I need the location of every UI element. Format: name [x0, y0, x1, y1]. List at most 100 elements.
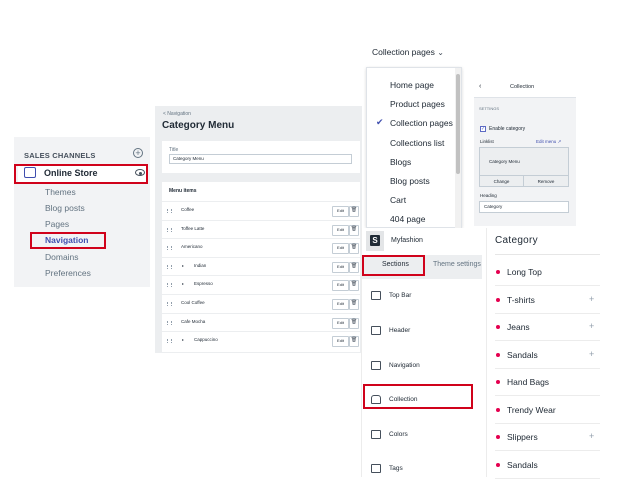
- category-label: Sandals: [507, 349, 538, 360]
- title-input[interactable]: Category Menu: [169, 154, 352, 164]
- highlight-navigation: [30, 232, 106, 249]
- page-option[interactable]: Cart: [390, 195, 406, 205]
- page-selector[interactable]: Collection pages ⌄: [372, 47, 444, 57]
- drag-handle-icon[interactable]: [167, 264, 172, 269]
- menu-item-row[interactable]: Cafe Mocha Edit 🗑: [162, 312, 360, 332]
- bullet-dot-icon: [496, 352, 500, 357]
- nav-item-themes[interactable]: Themes: [45, 187, 76, 197]
- drag-handle-icon[interactable]: [167, 320, 172, 325]
- tab-theme-settings[interactable]: Theme settings: [433, 261, 481, 268]
- page-option[interactable]: Blogs: [390, 157, 411, 167]
- enable-category-label: Enable category: [489, 126, 526, 132]
- drag-handle-icon[interactable]: [167, 302, 172, 306]
- title-field-label: Title: [169, 147, 179, 153]
- menu-item-row[interactable]: Cool Coffee Edit 🗑: [162, 294, 360, 313]
- nav-item-preferences[interactable]: Preferences: [45, 268, 91, 278]
- collection-settings-panel: ‹ Collection SETTINGS ✓ Enable category …: [474, 78, 576, 226]
- expand-plus-icon[interactable]: +: [589, 349, 594, 359]
- expand-arrow-icon[interactable]: ▸: [182, 337, 184, 342]
- highlight-collection-section: [363, 384, 473, 409]
- trash-icon[interactable]: 🗑: [349, 261, 359, 273]
- category-label: Slippers: [507, 432, 538, 442]
- trash-icon[interactable]: 🗑: [349, 317, 359, 329]
- expand-plus-icon[interactable]: +: [589, 321, 594, 331]
- trash-icon[interactable]: 🗑: [349, 206, 359, 217]
- trash-icon[interactable]: 🗑: [349, 299, 359, 310]
- drag-handle-icon[interactable]: [167, 227, 172, 232]
- page-option[interactable]: Home page: [390, 80, 434, 90]
- drag-handle-icon[interactable]: [167, 339, 172, 344]
- section-label: Navigation: [389, 362, 420, 369]
- title-card: Title Category Menu: [162, 141, 360, 173]
- expand-arrow-icon[interactable]: ▸: [182, 263, 184, 268]
- page-option[interactable]: Collections list: [390, 138, 444, 148]
- dropdown-scrollbar[interactable]: [455, 68, 461, 229]
- heading-input[interactable]: Category: [479, 201, 569, 213]
- category-item[interactable]: Trendy Wear: [495, 397, 600, 424]
- shopping-bag-icon: S: [370, 235, 380, 246]
- scrollbar-thumb[interactable]: [456, 74, 460, 174]
- edit-button[interactable]: Edit: [332, 317, 349, 329]
- menu-item-row[interactable]: ▸ Espresso Edit 🗑: [162, 275, 360, 294]
- section-label: Top Bar: [389, 292, 412, 299]
- edit-button[interactable]: Edit: [332, 243, 349, 255]
- trash-icon[interactable]: 🗑: [349, 243, 359, 255]
- edit-button[interactable]: Edit: [332, 299, 349, 310]
- category-item[interactable]: Hand Bags: [495, 369, 600, 396]
- expand-arrow-icon[interactable]: ▸: [182, 281, 184, 286]
- edit-button[interactable]: Edit: [332, 336, 349, 348]
- edit-button[interactable]: Edit: [332, 224, 349, 236]
- expand-plus-icon[interactable]: +: [589, 294, 594, 304]
- external-link-icon: ↗: [557, 139, 562, 144]
- colors-icon: [371, 430, 381, 439]
- edit-menu-label: Edit menu: [536, 139, 557, 144]
- menu-item-row[interactable]: Coffee Edit 🗑: [162, 201, 360, 220]
- page-option[interactable]: Collection pages: [390, 118, 453, 128]
- enable-category-checkbox[interactable]: ✓: [480, 126, 486, 132]
- bullet-dot-icon: [496, 325, 500, 329]
- edit-button[interactable]: Edit: [332, 206, 349, 217]
- page-option[interactable]: Product pages: [390, 99, 445, 109]
- edit-menu-link[interactable]: Edit menu ↗: [536, 139, 561, 145]
- category-item[interactable]: T-shirts +: [495, 287, 600, 314]
- bullet-dot-icon: [496, 270, 500, 274]
- category-item[interactable]: Long Top: [495, 259, 600, 286]
- page-option[interactable]: Blog posts: [390, 176, 430, 186]
- trash-icon[interactable]: 🗑: [349, 280, 359, 292]
- category-label: Trendy Wear: [507, 404, 556, 415]
- settings-section-label: SETTINGS: [479, 106, 500, 111]
- highlight-online-store: [14, 164, 148, 184]
- nav-item-pages[interactable]: Pages: [45, 219, 69, 229]
- remove-button[interactable]: Remove: [524, 175, 568, 187]
- sales-channels-panel: SALES CHANNELS + Online Store Themes Blo…: [14, 137, 150, 287]
- nav-item-domains[interactable]: Domains: [45, 252, 79, 262]
- trash-icon[interactable]: 🗑: [349, 224, 359, 236]
- menu-item-label: Cafe Mocha: [181, 318, 206, 324]
- category-sidebar: Category Long Top T-shirts + Jeans + Sandals +…: [486, 228, 604, 479]
- menu-item-row[interactable]: ▸ Cappuccino Edit 🗑: [162, 331, 360, 350]
- page-option[interactable]: 404 page: [390, 214, 425, 224]
- edit-button[interactable]: Edit: [332, 261, 349, 273]
- menu-item-row[interactable]: Americano Edit 🗑: [162, 238, 360, 257]
- drag-handle-icon[interactable]: [167, 246, 172, 251]
- change-button[interactable]: Change: [480, 175, 524, 187]
- sales-channels-header: SALES CHANNELS: [24, 151, 96, 160]
- add-channel-icon[interactable]: +: [133, 148, 143, 158]
- expand-plus-icon[interactable]: +: [589, 431, 594, 441]
- back-to-navigation-link[interactable]: < Navigation: [163, 111, 191, 117]
- category-item[interactable]: Sandals +: [495, 342, 600, 369]
- trash-icon[interactable]: 🗑: [349, 336, 359, 348]
- bullet-dot-icon: [496, 297, 500, 302]
- category-item[interactable]: Jeans +: [495, 314, 600, 341]
- drag-handle-icon[interactable]: [167, 283, 172, 288]
- theme-sections-panel: S Myfashion Sections Theme settings Top …: [361, 228, 482, 477]
- nav-item-blog-posts[interactable]: Blog posts: [45, 203, 85, 213]
- menu-item-row[interactable]: ▸ Indian Edit 🗑: [162, 256, 360, 276]
- drag-handle-icon[interactable]: [167, 209, 172, 213]
- category-item[interactable]: Slippers +: [495, 424, 600, 451]
- menu-item-label: Americano: [181, 244, 203, 250]
- back-icon[interactable]: ‹: [479, 83, 481, 90]
- menu-item-row[interactable]: Toffee Latte Edit 🗑: [162, 219, 360, 239]
- category-item[interactable]: Sandals: [495, 452, 600, 479]
- edit-button[interactable]: Edit: [332, 280, 349, 292]
